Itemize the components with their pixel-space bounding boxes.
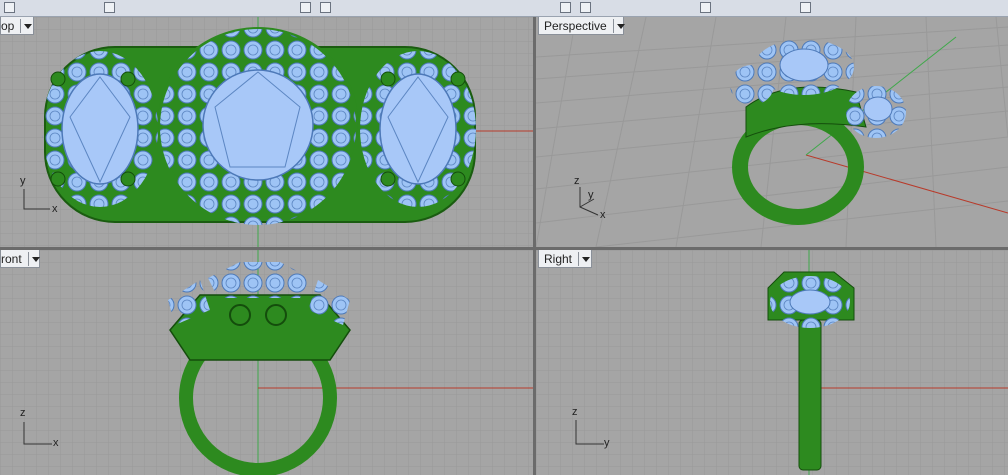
dropdown-arrow-icon[interactable] [612, 18, 626, 33]
grid [0, 250, 533, 475]
axis-label-x: x [52, 203, 58, 215]
viewport-top[interactable]: op y x [0, 17, 533, 247]
dropdown-arrow-icon[interactable] [578, 251, 591, 266]
viewport-title: Right [544, 251, 573, 266]
axis-label-y: y [604, 437, 610, 449]
axis-label-y: y [588, 189, 594, 201]
toolbar-button[interactable] [4, 2, 15, 13]
toolbar-button[interactable] [580, 2, 591, 13]
viewport-tab-right[interactable]: Right [538, 250, 592, 268]
toolbar-button[interactable] [700, 2, 711, 13]
axis-label-y: y [20, 175, 26, 187]
toolbar [0, 0, 1008, 17]
grid [536, 17, 1008, 247]
axis-label-x: x [53, 437, 59, 449]
axis-label-z: z [574, 175, 580, 187]
toolbar-button[interactable] [320, 2, 331, 13]
dropdown-arrow-icon[interactable] [20, 18, 33, 33]
grid [0, 17, 533, 247]
viewport-right[interactable]: Right z y [536, 250, 1008, 475]
ring-model-top [42, 27, 476, 225]
toolbar-button[interactable] [300, 2, 311, 13]
viewport-tab-perspective[interactable]: Perspective [538, 17, 626, 35]
axis-label-x: x [600, 209, 606, 221]
viewport-title: op [1, 18, 15, 33]
axis-label-z: z [572, 406, 578, 418]
axis-label-z: z [20, 407, 26, 419]
toolbar-button[interactable] [104, 2, 115, 13]
viewport-perspective[interactable]: Perspective z y x [536, 17, 1008, 247]
viewport-title: ront [1, 251, 22, 266]
dropdown-arrow-icon[interactable] [27, 251, 41, 266]
viewport-title: Perspective [544, 18, 607, 33]
toolbar-button[interactable] [800, 2, 811, 13]
viewport-tab-front[interactable]: ront [0, 250, 41, 268]
viewport-front[interactable]: ront z x [0, 250, 533, 475]
toolbar-button[interactable] [560, 2, 571, 13]
viewport-tab-top[interactable]: op [0, 17, 34, 35]
